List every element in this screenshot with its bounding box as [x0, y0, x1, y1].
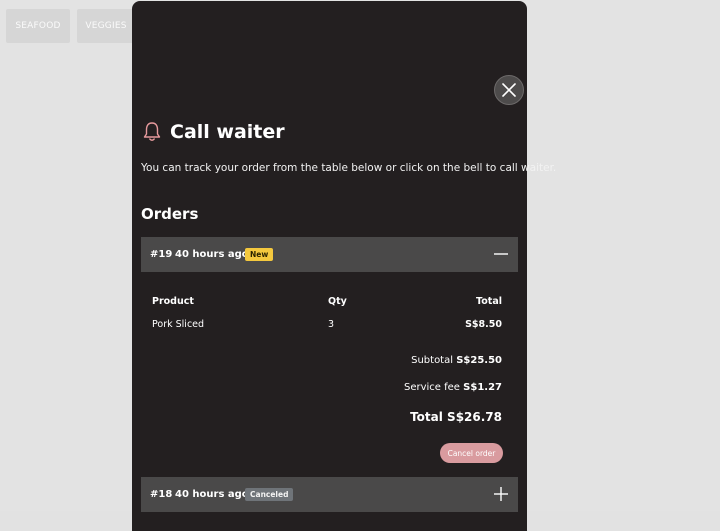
modal-description: You can track your order from the table …: [141, 162, 557, 174]
close-icon: [502, 83, 516, 97]
subtotal-value: S$25.50: [456, 355, 502, 366]
order-time: 40 hours ago: [175, 249, 249, 260]
service-fee-line: Service fee S$1.27: [404, 382, 502, 393]
call-waiter-modal: Call waiter You can track your order fro…: [132, 1, 556, 531]
row-qty: 3: [328, 319, 335, 330]
row-product: Pork Sliced: [152, 319, 205, 330]
category-seafood-button[interactable]: SEAFOOD: [6, 9, 70, 43]
subtotal-label: Subtotal: [411, 355, 454, 366]
status-badge: New: [245, 248, 274, 261]
column-header-qty: Qty: [328, 296, 347, 307]
order-header-19[interactable]: #19 40 hours ago New: [141, 237, 518, 272]
row-total: S$8.50: [465, 319, 502, 330]
total-line: Total S$26.78: [410, 410, 502, 424]
modal-title: Call waiter: [170, 121, 285, 143]
category-veggies-button[interactable]: VEGGIES: [77, 9, 135, 43]
service-fee-label: Service fee: [404, 382, 460, 393]
total-label: Total: [410, 410, 443, 424]
cancel-order-button[interactable]: Cancel order: [440, 443, 503, 463]
order-number: #19: [150, 249, 173, 260]
column-header-total: Total: [476, 296, 502, 307]
status-badge: Canceled: [245, 488, 294, 501]
subtotal-line: Subtotal S$25.50: [411, 355, 502, 366]
service-fee-value: S$1.27: [463, 382, 502, 393]
column-header-product: Product: [152, 296, 194, 307]
plus-icon[interactable]: [493, 486, 509, 502]
order-number: #18: [150, 489, 173, 500]
minus-icon[interactable]: [493, 246, 509, 262]
orders-heading: Orders: [141, 205, 199, 223]
bell-icon[interactable]: [142, 121, 162, 143]
modal-header: Call waiter: [142, 121, 285, 143]
order-header-18[interactable]: #18 40 hours ago Canceled: [141, 477, 518, 512]
close-button[interactable]: [494, 75, 524, 105]
order-time: 40 hours ago: [175, 489, 249, 500]
total-value: S$26.78: [447, 410, 502, 424]
